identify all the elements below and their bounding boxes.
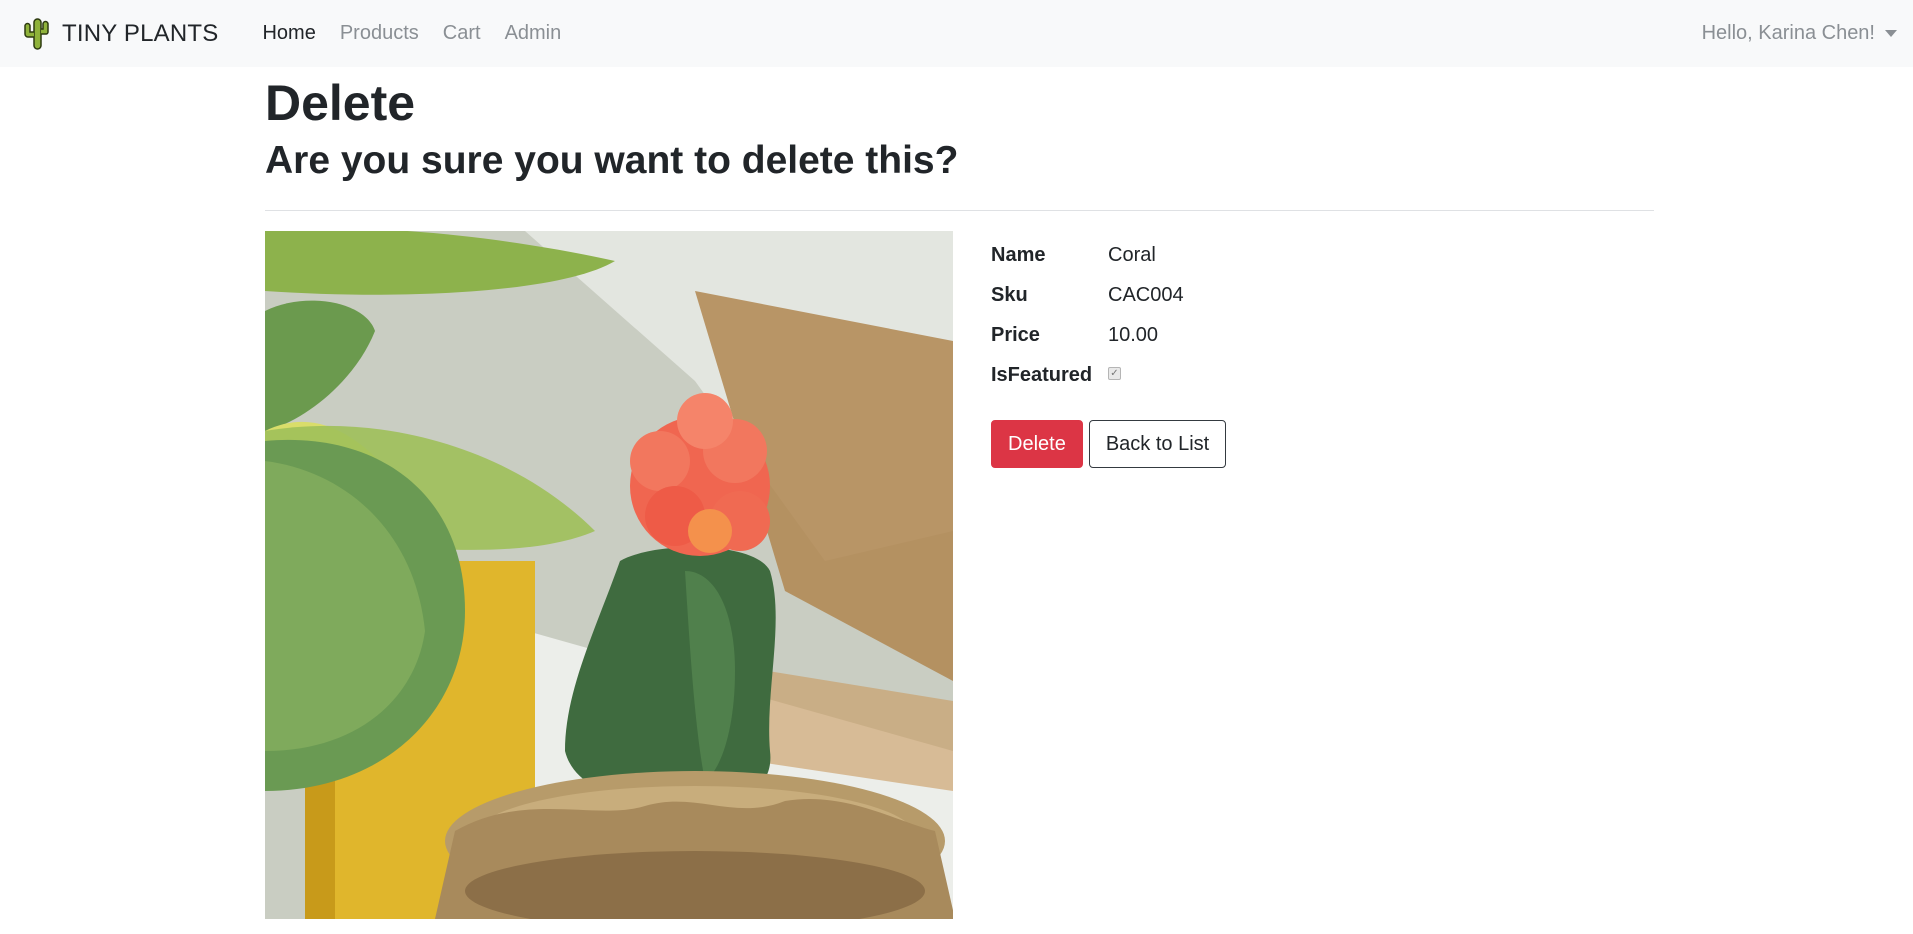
nav-products[interactable]: Products [340,22,419,45]
field-value: 10.00 [1108,323,1159,346]
caret-down-icon [1885,30,1897,37]
isfeatured-checkbox: ✓ [1108,366,1121,380]
field-label: Price [991,323,1040,346]
main-nav: Home Products Cart Admin [238,22,561,45]
nav-cart[interactable]: Cart [443,22,481,45]
brand-name: TINY PLANTS [62,19,219,47]
user-menu-dropdown[interactable]: Hello, Karina Chen! [1702,0,1897,67]
field-value: Coral [1108,243,1156,266]
field-label: IsFeatured [991,363,1093,386]
nav-admin[interactable]: Admin [505,22,562,45]
back-to-list-button[interactable]: Back to List [1088,420,1227,468]
product-image [265,231,953,919]
main-content: Delete Are you sure you want to delete t… [265,67,1654,919]
divider [265,210,1654,211]
field-value: CAC004 [1108,283,1184,306]
cactus-photo-icon [265,231,953,919]
user-greeting: Hello, Karina Chen! [1701,22,1875,44]
product-details: Name Coral Sku CAC004 Price 10.00 IsFeat… [991,235,1227,919]
cactus-icon [24,17,49,50]
detail-row-name: Name Coral [991,235,1226,275]
detail-row-isfeatured: IsFeatured ✓ [991,355,1226,395]
product-summary: Name Coral Sku CAC004 Price 10.00 IsFeat… [265,231,1654,919]
nav-home[interactable]: Home [262,22,315,45]
top-navbar: TINY PLANTS Home Products Cart Admin Hel… [0,0,1913,67]
field-value: ✓ [1108,366,1121,380]
field-label: Sku [991,283,1028,306]
confirm-question: Are you sure you want to delete this? [265,139,959,182]
action-buttons: Delete Back to List [991,420,1227,468]
field-label: Name [991,243,1046,266]
page-title: Delete [265,75,416,131]
delete-button[interactable]: Delete [991,420,1083,468]
detail-row-price: Price 10.00 [991,315,1226,355]
detail-row-sku: Sku CAC004 [991,275,1226,315]
brand-link[interactable]: TINY PLANTS [22,17,218,51]
